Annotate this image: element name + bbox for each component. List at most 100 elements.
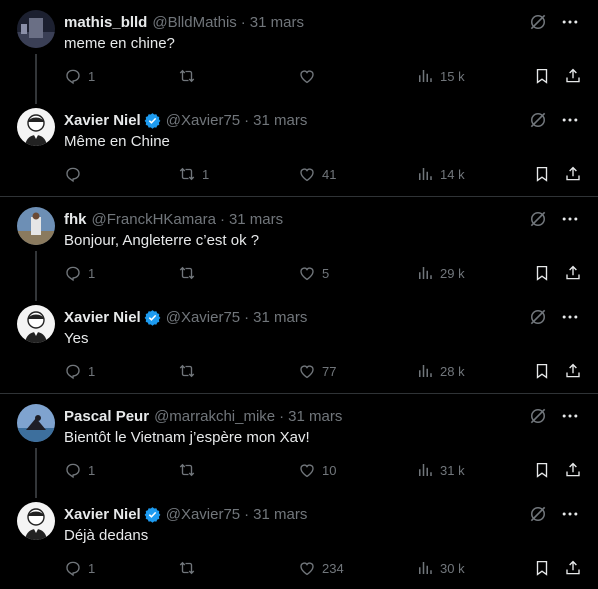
- reply-tweet[interactable]: Pascal Peur @marrakchi_mike · 31 mars Bientô…: [0, 394, 598, 498]
- tweet-actions: 1 41 14 k: [64, 164, 582, 184]
- views-count: 14 k: [440, 166, 465, 182]
- bookmark-icon: [533, 264, 551, 282]
- views-count: 15 k: [440, 68, 465, 84]
- more-icon[interactable]: [560, 504, 580, 524]
- grok-icon[interactable]: [528, 12, 548, 32]
- answer-tweet[interactable]: Xavier Niel @Xavier75 · 31 mars Yes 1 77 28 k: [0, 295, 598, 393]
- repost-button[interactable]: [178, 66, 202, 86]
- reply-tweet[interactable]: fhk @FranckHKamara · 31 mars Bonjour, Anglet…: [0, 197, 598, 301]
- views-button[interactable]: 15 k: [416, 66, 465, 86]
- share-button[interactable]: [564, 558, 582, 578]
- more-icon[interactable]: [560, 209, 580, 229]
- author-name[interactable]: Xavier Niel: [64, 506, 141, 523]
- repost-button[interactable]: 1: [178, 164, 209, 184]
- thread-connector-line: [35, 54, 37, 104]
- tweet-date[interactable]: 31 mars: [229, 211, 283, 228]
- replies-count: 1: [88, 265, 96, 281]
- author-handle[interactable]: @marrakchi_mike: [154, 408, 275, 425]
- tweet-date[interactable]: 31 mars: [250, 14, 304, 31]
- views-button[interactable]: 31 k: [416, 460, 465, 480]
- like-button[interactable]: 10: [298, 460, 336, 480]
- bookmark-button[interactable]: [533, 558, 551, 578]
- bookmark-button[interactable]: [533, 164, 551, 184]
- avatar[interactable]: [17, 10, 55, 48]
- grok-icon[interactable]: [528, 504, 548, 524]
- answer-tweet[interactable]: Xavier Niel @Xavier75 · 31 mars Même en Chin…: [0, 98, 598, 196]
- reply-button[interactable]: 1: [64, 361, 95, 381]
- repost-button[interactable]: [178, 361, 202, 381]
- thread-connector-line: [35, 251, 37, 301]
- tweet-header: mathis_blld @BlldMathis · 31 mars: [64, 12, 518, 32]
- repost-button[interactable]: [178, 460, 202, 480]
- tweet-header: Xavier Niel @Xavier75 · 31 mars: [64, 110, 518, 130]
- author-handle[interactable]: @Xavier75: [166, 309, 240, 326]
- views-count: 28 k: [440, 363, 465, 379]
- repost-button[interactable]: [178, 263, 202, 283]
- reply-button[interactable]: 1: [64, 263, 95, 283]
- avatar[interactable]: [17, 305, 55, 343]
- tweet-top-actions: [528, 406, 580, 426]
- views-button[interactable]: 30 k: [416, 558, 465, 578]
- share-icon: [564, 362, 582, 380]
- share-button[interactable]: [564, 361, 582, 381]
- reply-button[interactable]: 1: [64, 66, 95, 86]
- like-button[interactable]: 5: [298, 263, 329, 283]
- bookmark-icon: [533, 165, 551, 183]
- tweet-date[interactable]: 31 mars: [253, 309, 307, 326]
- author-handle[interactable]: @Xavier75: [166, 506, 240, 523]
- grok-icon[interactable]: [528, 406, 548, 426]
- reply-button[interactable]: 1: [64, 558, 95, 578]
- tweet-date[interactable]: 31 mars: [253, 506, 307, 523]
- author-handle[interactable]: @BlldMathis: [152, 14, 236, 31]
- grok-icon[interactable]: [528, 110, 548, 130]
- replies-count: 1: [88, 363, 96, 379]
- answer-tweet[interactable]: Xavier Niel @Xavier75 · 31 mars Déjà dedans 1…: [0, 492, 598, 589]
- share-button[interactable]: [564, 460, 582, 480]
- share-button[interactable]: [564, 164, 582, 184]
- more-icon[interactable]: [560, 307, 580, 327]
- like-button[interactable]: 41: [298, 164, 336, 184]
- avatar[interactable]: [17, 404, 55, 442]
- reply-icon: [64, 67, 82, 85]
- tweet-actions: 1 15 k: [64, 66, 582, 86]
- tweet-actions: 1 234 30 k: [64, 558, 582, 578]
- replies-count: 1: [88, 560, 96, 576]
- share-button[interactable]: [564, 263, 582, 283]
- reply-button[interactable]: [64, 164, 88, 184]
- like-button[interactable]: 234: [298, 558, 344, 578]
- thread-group: mathis_blld @BlldMathis · 31 mars meme en ch…: [0, 0, 598, 197]
- author-name[interactable]: Pascal Peur: [64, 408, 149, 425]
- bookmark-button[interactable]: [533, 460, 551, 480]
- likes-count: 41: [322, 166, 337, 182]
- author-handle[interactable]: @FranckHKamara: [92, 211, 216, 228]
- views-button[interactable]: 28 k: [416, 361, 465, 381]
- views-button[interactable]: 29 k: [416, 263, 465, 283]
- share-button[interactable]: [564, 66, 582, 86]
- bookmark-button[interactable]: [533, 66, 551, 86]
- reply-button[interactable]: 1: [64, 460, 95, 480]
- reply-tweet[interactable]: mathis_blld @BlldMathis · 31 mars meme en ch…: [0, 0, 598, 104]
- author-name[interactable]: Xavier Niel: [64, 112, 141, 129]
- like-button[interactable]: [298, 66, 322, 86]
- author-name[interactable]: mathis_blld: [64, 14, 147, 31]
- separator-dot: ·: [279, 407, 285, 425]
- avatar[interactable]: [17, 207, 55, 245]
- bookmark-button[interactable]: [533, 361, 551, 381]
- avatar[interactable]: [17, 502, 55, 540]
- more-icon[interactable]: [560, 406, 580, 426]
- avatar[interactable]: [17, 108, 55, 146]
- tweet-date[interactable]: 31 mars: [253, 112, 307, 129]
- views-button[interactable]: 14 k: [416, 164, 465, 184]
- like-button[interactable]: 77: [298, 361, 336, 381]
- author-name[interactable]: Xavier Niel: [64, 309, 141, 326]
- grok-icon[interactable]: [528, 209, 548, 229]
- author-name[interactable]: fhk: [64, 211, 87, 228]
- grok-icon[interactable]: [528, 307, 548, 327]
- like-icon: [298, 461, 316, 479]
- tweet-date[interactable]: 31 mars: [288, 408, 342, 425]
- author-handle[interactable]: @Xavier75: [166, 112, 240, 129]
- bookmark-button[interactable]: [533, 263, 551, 283]
- more-icon[interactable]: [560, 12, 580, 32]
- repost-button[interactable]: [178, 558, 202, 578]
- more-icon[interactable]: [560, 110, 580, 130]
